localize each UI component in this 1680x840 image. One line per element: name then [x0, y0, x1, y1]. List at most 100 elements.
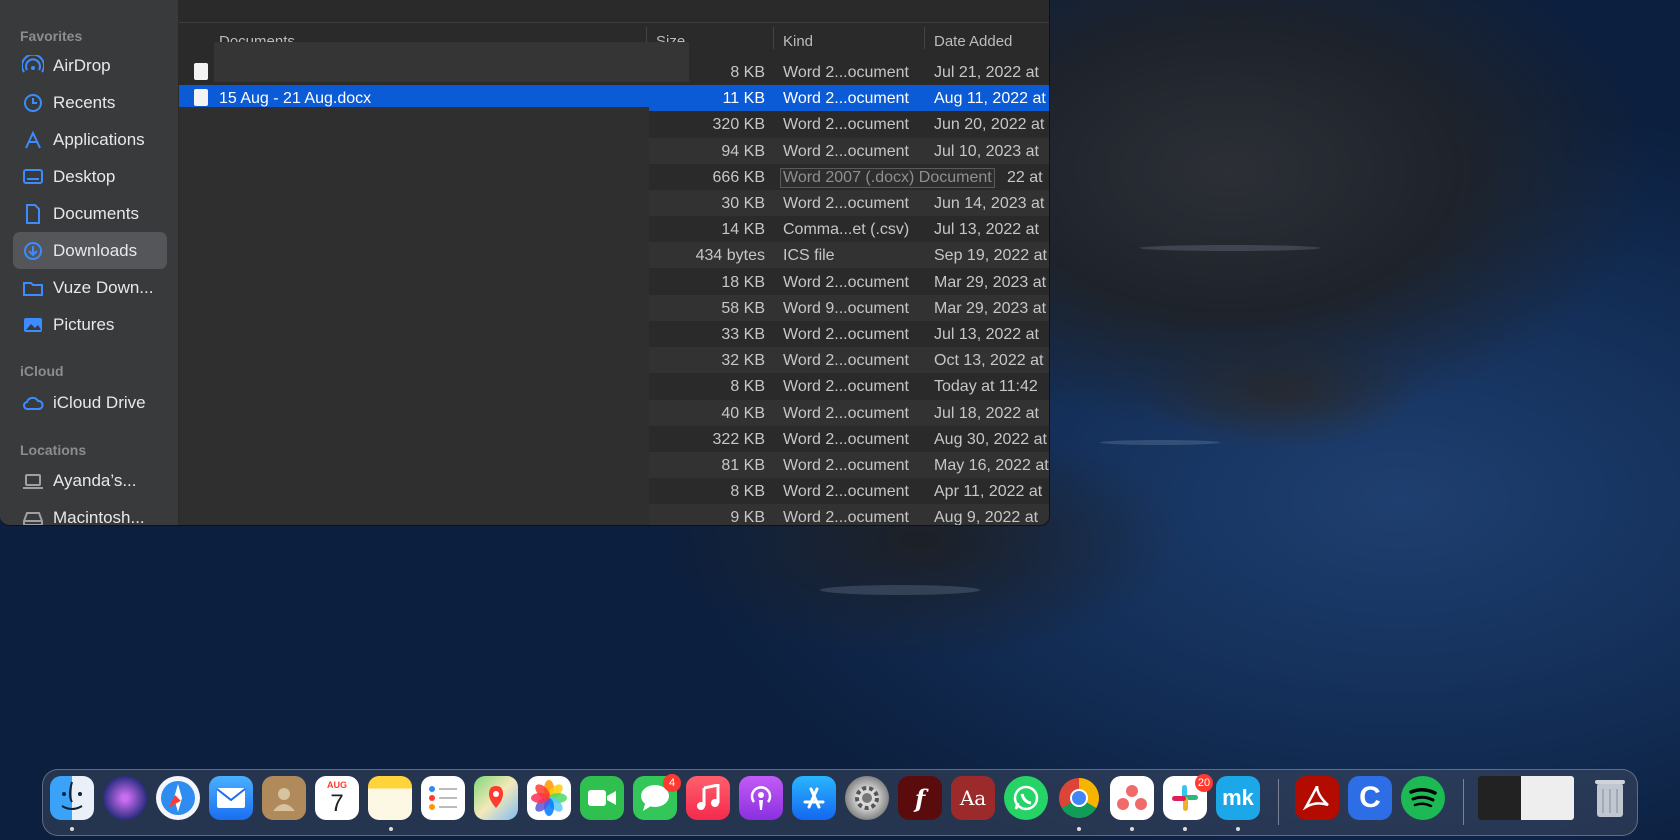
- file-size: 94 KB: [721, 142, 765, 160]
- file-kind: Word 2...ocument: [783, 90, 909, 108]
- file-kind: Word 2...ocument: [783, 404, 909, 422]
- dock-separator: [1278, 779, 1279, 825]
- dictionary-icon[interactable]: Aa: [951, 776, 995, 820]
- file-kind: ICS file: [783, 247, 835, 265]
- siri-icon[interactable]: [103, 776, 147, 820]
- sidebar-item-recents[interactable]: Recents: [13, 84, 167, 121]
- asana-icon[interactable]: [1110, 776, 1154, 820]
- file-kind: Word 2...ocument: [783, 273, 909, 291]
- file-kind: Word 2...ocument: [783, 195, 909, 212]
- drag-preview-overlay: [214, 42, 689, 82]
- file-kind: Word 2...ocument: [783, 483, 909, 501]
- file-list: Documents Size Kind Date Added 8 KBWord …: [179, 0, 1049, 525]
- sidebar-item-macintosh-hd[interactable]: Macintosh...: [13, 499, 167, 526]
- clock-icon: [22, 92, 44, 114]
- file-kind: Word 2...ocument: [783, 116, 909, 134]
- column-header-kind[interactable]: Kind: [783, 33, 813, 50]
- file-kind: Word 2...ocument: [783, 352, 909, 370]
- column-header-date-added[interactable]: Date Added: [934, 33, 1012, 50]
- sidebar-item-label: Ayanda’s...: [53, 470, 137, 490]
- flash-icon[interactable]: f: [898, 776, 942, 820]
- sidebar-item-label: Documents: [53, 203, 139, 223]
- file-date-added: Today at 11:42: [934, 378, 1038, 396]
- laptop-icon: [22, 470, 44, 492]
- contacts-icon[interactable]: [262, 776, 306, 820]
- mail-icon[interactable]: [209, 776, 253, 820]
- running-indicator: [1130, 827, 1134, 831]
- sidebar-item-label: Applications: [53, 129, 145, 149]
- finder-sidebar: Favorites AirDrop Recents Applications D…: [0, 0, 178, 525]
- facetime-icon[interactable]: [580, 776, 624, 820]
- mk-icon[interactable]: mk: [1216, 776, 1260, 820]
- sidebar-item-documents[interactable]: Documents: [13, 195, 167, 232]
- file-size: 30 KB: [721, 195, 765, 212]
- music-icon[interactable]: [686, 776, 730, 820]
- sidebar-item-desktop[interactable]: Desktop: [13, 158, 167, 195]
- file-date-added: Jun 20, 2022 at: [934, 116, 1045, 134]
- file-kind: Word 9...ocument: [783, 299, 909, 317]
- whatsapp-icon[interactable]: [1004, 776, 1048, 820]
- desktop-icon: [22, 166, 44, 188]
- window-preview-icon[interactable]: [1478, 776, 1574, 820]
- download-icon: [22, 240, 44, 262]
- dock-separator: [1463, 779, 1464, 825]
- safari-icon[interactable]: [156, 776, 200, 820]
- sidebar-item-label: Macintosh...: [53, 507, 145, 526]
- file-size: 322 KB: [712, 430, 765, 448]
- finder-window: Favorites AirDrop Recents Applications D…: [0, 0, 1050, 526]
- sidebar-item-icloud-drive[interactable]: iCloud Drive: [13, 384, 167, 421]
- file-date-added: Mar 29, 2023 at: [934, 273, 1047, 291]
- podcasts-icon[interactable]: [739, 776, 783, 820]
- cloud-icon: [22, 392, 44, 414]
- disk-icon: [22, 507, 44, 525]
- document-icon: [22, 203, 44, 225]
- pictures-icon: [22, 314, 44, 336]
- applications-icon: [22, 129, 44, 151]
- calendar-icon[interactable]: AUG 7: [315, 776, 359, 820]
- file-size: 8 KB: [730, 64, 765, 81]
- file-kind: Comma...et (.csv): [783, 221, 910, 239]
- trash-icon[interactable]: [1588, 776, 1632, 820]
- file-size: 81 KB: [721, 457, 765, 474]
- notes-icon[interactable]: [368, 776, 412, 820]
- sidebar-section-icloud: iCloud: [20, 363, 64, 379]
- spotify-icon[interactable]: [1401, 776, 1445, 820]
- folder-icon: [22, 277, 44, 299]
- running-indicator: [389, 827, 393, 831]
- ccleaner-icon[interactable]: C: [1348, 776, 1392, 820]
- sidebar-item-label: Vuze Down...: [53, 277, 154, 297]
- sidebar-item-downloads[interactable]: Downloads: [13, 232, 167, 269]
- file-size: 9 KB: [730, 509, 765, 526]
- sidebar-item-applications[interactable]: Applications: [13, 121, 167, 158]
- finder-icon[interactable]: [50, 776, 94, 820]
- sidebar-item-pictures[interactable]: Pictures: [13, 306, 167, 343]
- file-kind: Word 2...ocument: [783, 457, 909, 474]
- sidebar-item-computer[interactable]: Ayanda’s...: [13, 462, 167, 499]
- file-kind: Word 2...ocument: [783, 430, 909, 448]
- file-kind: Word 2...ocument: [783, 509, 909, 526]
- sidebar-section-favorites: Favorites: [20, 28, 83, 44]
- running-indicator: [1236, 827, 1240, 831]
- column-divider[interactable]: [924, 27, 925, 49]
- file-date-added: Sep 19, 2022 at: [934, 247, 1047, 265]
- sidebar-item-vuze-downloads[interactable]: Vuze Down...: [13, 269, 167, 306]
- document-file-icon: [194, 89, 208, 107]
- maps-icon[interactable]: [474, 776, 518, 820]
- messages-badge: 4: [663, 774, 681, 792]
- file-size: 32 KB: [721, 352, 765, 370]
- reminders-icon[interactable]: [421, 776, 465, 820]
- file-date-added: Apr 11, 2022 at: [934, 483, 1043, 501]
- file-kind-tooltip: Word 2007 (.docx) Document: [780, 167, 995, 188]
- file-date-added: Oct 13, 2022 at: [934, 352, 1044, 370]
- chrome-icon[interactable]: [1057, 776, 1101, 820]
- wave-highlight: [1100, 440, 1220, 445]
- system-preferences-icon[interactable]: [845, 776, 889, 820]
- photos-icon[interactable]: [527, 776, 571, 820]
- file-size: 11 KB: [722, 90, 765, 108]
- file-kind: Word 2...ocument: [783, 64, 909, 81]
- app-store-icon[interactable]: [792, 776, 836, 820]
- file-date-added: Aug 9, 2022 at: [934, 509, 1039, 526]
- sidebar-item-airdrop[interactable]: AirDrop: [13, 47, 167, 84]
- column-divider[interactable]: [773, 27, 774, 49]
- acrobat-icon[interactable]: [1295, 776, 1339, 820]
